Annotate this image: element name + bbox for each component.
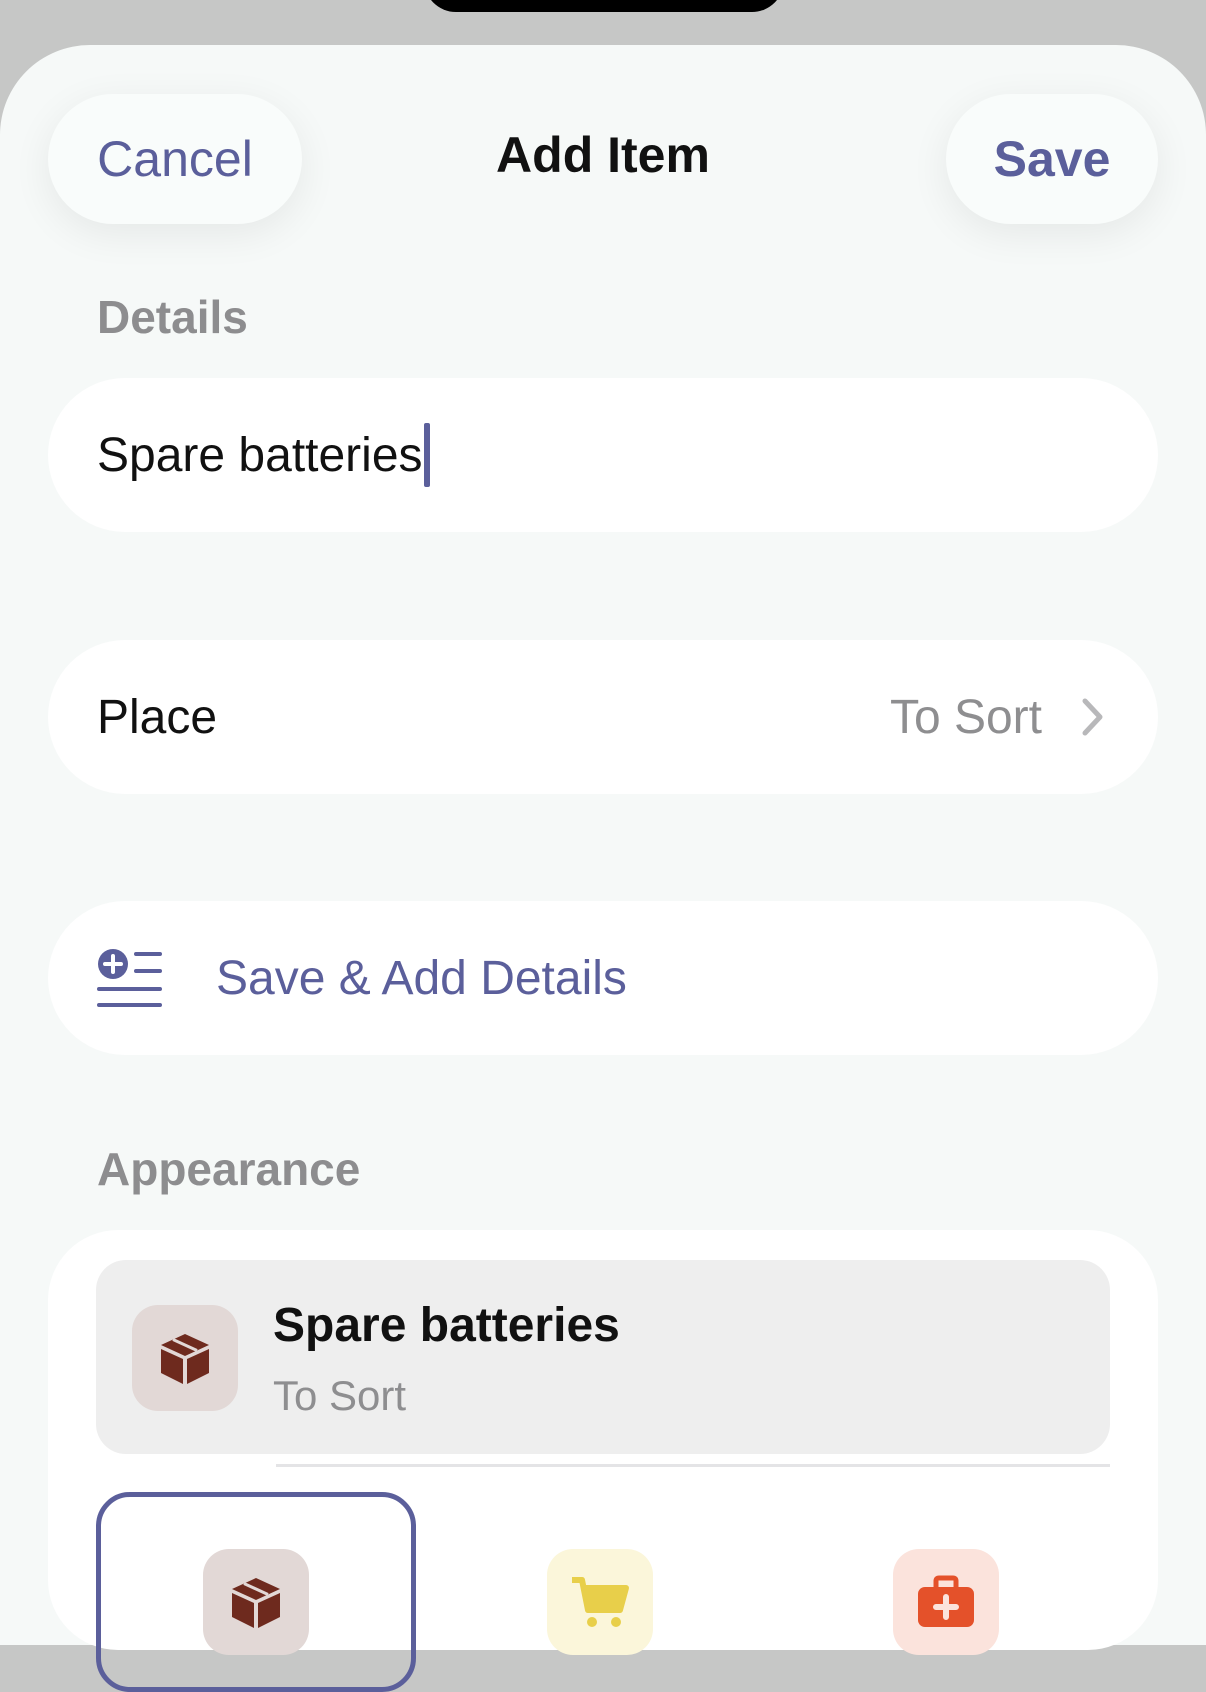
appearance-section-label: Appearance bbox=[97, 1143, 361, 1195]
item-name-value: Spare batteries bbox=[97, 428, 423, 482]
save-and-add-details-button[interactable]: Save & Add Details bbox=[48, 901, 1158, 1055]
icon-option-box[interactable] bbox=[96, 1492, 416, 1692]
item-name-field[interactable]: Spare batteries bbox=[48, 378, 1158, 532]
preview-title: Spare batteries bbox=[273, 1299, 620, 1352]
place-label: Place bbox=[97, 690, 218, 744]
device-notch bbox=[424, 0, 784, 12]
save-button[interactable]: Save bbox=[946, 94, 1158, 224]
cancel-button[interactable]: Cancel bbox=[48, 94, 302, 224]
details-section-label: Details bbox=[97, 291, 248, 343]
page-title: Add Item bbox=[496, 127, 710, 183]
first-aid-kit-icon bbox=[893, 1549, 999, 1655]
cart-icon bbox=[547, 1549, 653, 1655]
box-icon bbox=[203, 1549, 309, 1655]
preview-subtitle: To Sort bbox=[273, 1372, 407, 1419]
place-value: To Sort bbox=[889, 690, 1042, 744]
preview-box-icon bbox=[132, 1305, 238, 1411]
chevron-right-icon bbox=[1082, 698, 1103, 736]
icon-option-first-aid[interactable] bbox=[791, 1492, 1111, 1692]
add-list-icon bbox=[97, 949, 162, 1007]
divider bbox=[276, 1464, 1110, 1467]
item-preview: Spare batteries To Sort bbox=[96, 1260, 1110, 1454]
text-caret bbox=[423, 423, 430, 487]
place-row[interactable]: Place To Sort bbox=[48, 640, 1158, 794]
appearance-card: Spare batteries To Sort bbox=[48, 1230, 1158, 1692]
save-and-add-details-label: Save & Add Details bbox=[216, 951, 627, 1005]
icon-option-cart[interactable] bbox=[445, 1492, 765, 1692]
